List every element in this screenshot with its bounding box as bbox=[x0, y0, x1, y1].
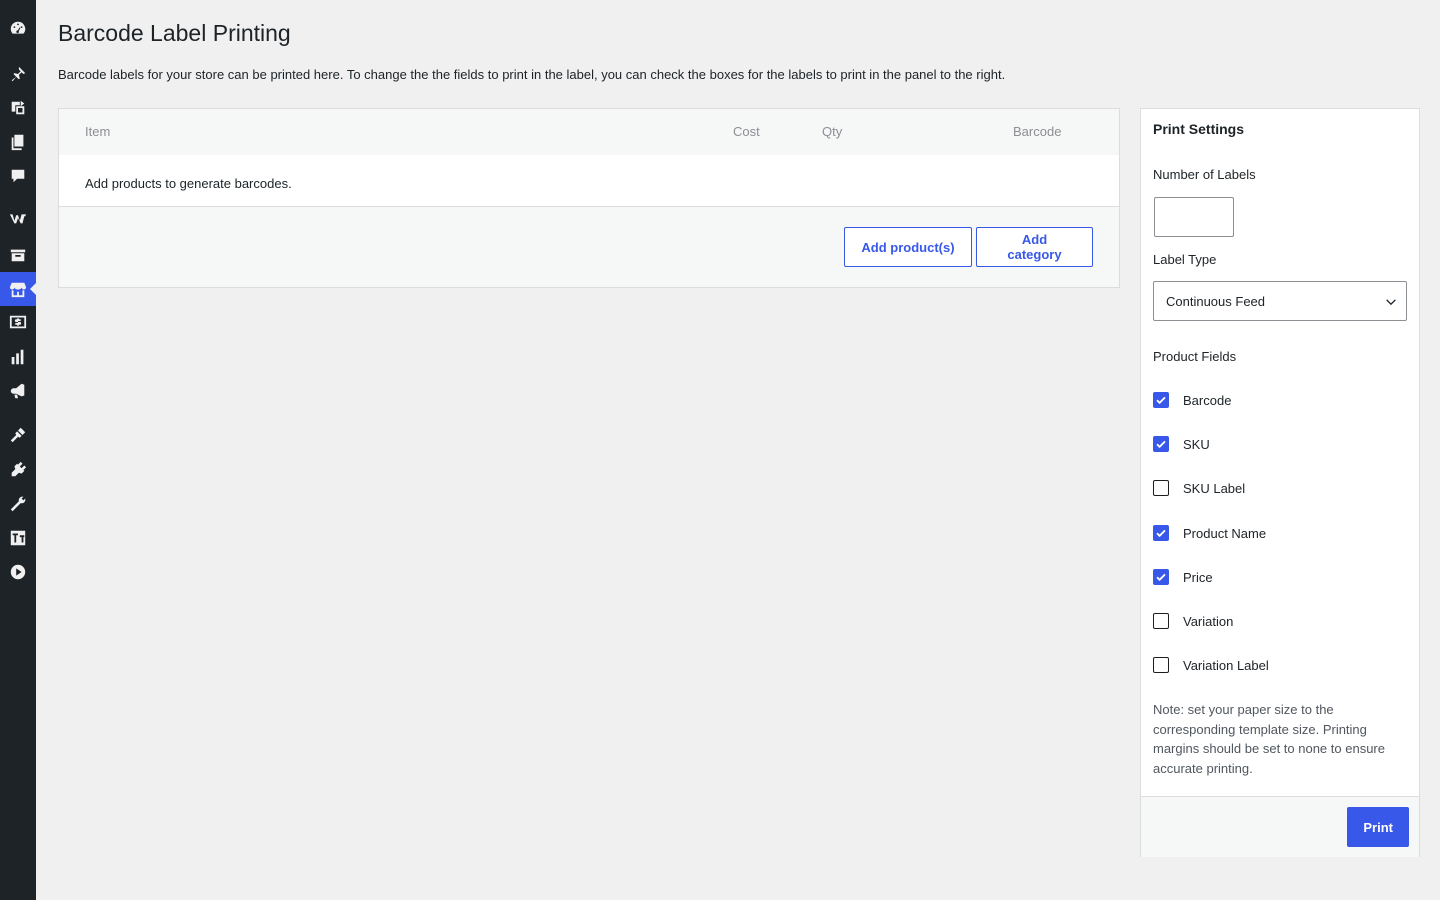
field-label: Variation Label bbox=[1183, 657, 1269, 673]
field-label: Barcode bbox=[1183, 392, 1232, 408]
marketing-icon[interactable] bbox=[0, 374, 36, 408]
checkmark-icon bbox=[1156, 529, 1166, 538]
field-label: Variation bbox=[1183, 613, 1234, 629]
items-table-header: Item Cost Qty Barcode bbox=[59, 109, 1119, 155]
print-button[interactable]: Print bbox=[1347, 807, 1409, 847]
checkbox-sku-label[interactable] bbox=[1153, 480, 1169, 496]
label-type-value: Continuous Feed bbox=[1166, 293, 1266, 309]
page-title: Barcode Label Printing bbox=[58, 20, 291, 46]
products-icon[interactable] bbox=[0, 238, 36, 272]
add-category-button[interactable]: Add category bbox=[976, 227, 1093, 267]
settings-icon[interactable] bbox=[0, 521, 36, 555]
page-description: Barcode labels for your store can be pri… bbox=[58, 67, 1006, 82]
tools-icon[interactable] bbox=[0, 487, 36, 521]
label-type-select[interactable]: Continuous Feed bbox=[1153, 281, 1407, 321]
pin-icon[interactable] bbox=[0, 57, 36, 91]
checkbox-sku[interactable] bbox=[1153, 436, 1169, 452]
checkmark-icon bbox=[1156, 440, 1166, 449]
empty-state-message: Add products to generate barcodes. bbox=[85, 176, 292, 191]
field-price[interactable]: Price bbox=[1153, 567, 1213, 587]
field-label: Product Name bbox=[1183, 525, 1267, 541]
checkmark-icon bbox=[1156, 396, 1166, 405]
media-icon[interactable] bbox=[0, 91, 36, 125]
checkbox-variation[interactable] bbox=[1153, 613, 1169, 629]
field-product-name[interactable]: Product Name bbox=[1153, 523, 1266, 543]
number-of-labels-input[interactable] bbox=[1154, 197, 1234, 237]
field-variation[interactable]: Variation bbox=[1153, 611, 1233, 631]
number-of-labels-label: Number of Labels bbox=[1153, 167, 1256, 182]
field-variation-label[interactable]: Variation Label bbox=[1153, 655, 1269, 675]
empty-state-row: Add products to generate barcodes. bbox=[59, 155, 1119, 207]
checkbox-product-name[interactable] bbox=[1153, 525, 1169, 541]
print-settings-footer: Print bbox=[1141, 796, 1419, 857]
field-label: SKU Label bbox=[1183, 480, 1246, 496]
pages-icon[interactable] bbox=[0, 125, 36, 159]
appearance-icon[interactable] bbox=[0, 418, 36, 452]
field-barcode[interactable]: Barcode bbox=[1153, 390, 1231, 410]
payments-icon[interactable] bbox=[0, 305, 36, 339]
plugins-icon[interactable] bbox=[0, 453, 36, 487]
print-settings-panel: Print Settings Number of Labels Label Ty… bbox=[1140, 108, 1420, 857]
label-type-label: Label Type bbox=[1153, 252, 1217, 267]
chevron-down-icon bbox=[1386, 299, 1396, 306]
checkmark-icon bbox=[1156, 573, 1166, 582]
field-label: Price bbox=[1183, 569, 1213, 585]
checkbox-variation-label[interactable] bbox=[1153, 657, 1169, 673]
add-products-button[interactable]: Add product(s) bbox=[844, 227, 972, 267]
field-sku[interactable]: SKU bbox=[1153, 434, 1210, 454]
barcode-items-panel: Item Cost Qty Barcode Add products to ge… bbox=[58, 108, 1120, 288]
column-item: Item bbox=[85, 124, 111, 139]
dashboard-icon[interactable] bbox=[0, 11, 36, 45]
column-qty: Qty bbox=[822, 124, 843, 139]
print-note: Note: set your paper size to the corresp… bbox=[1153, 702, 1385, 776]
column-cost: Cost bbox=[733, 124, 760, 139]
store-icon[interactable] bbox=[0, 272, 36, 306]
comments-icon[interactable] bbox=[0, 159, 36, 193]
analytics-icon[interactable] bbox=[0, 340, 36, 374]
print-settings-title: Print Settings bbox=[1153, 121, 1245, 137]
play-icon[interactable] bbox=[0, 555, 36, 589]
checkbox-barcode[interactable] bbox=[1153, 392, 1169, 408]
woocommerce-icon[interactable] bbox=[0, 201, 36, 235]
admin-sidebar bbox=[0, 0, 36, 900]
checkbox-price[interactable] bbox=[1153, 569, 1169, 585]
field-sku-label[interactable]: SKU Label bbox=[1153, 478, 1245, 498]
column-barcode: Barcode bbox=[1013, 124, 1062, 139]
product-fields-label: Product Fields bbox=[1153, 349, 1237, 364]
field-label: SKU bbox=[1183, 436, 1210, 452]
